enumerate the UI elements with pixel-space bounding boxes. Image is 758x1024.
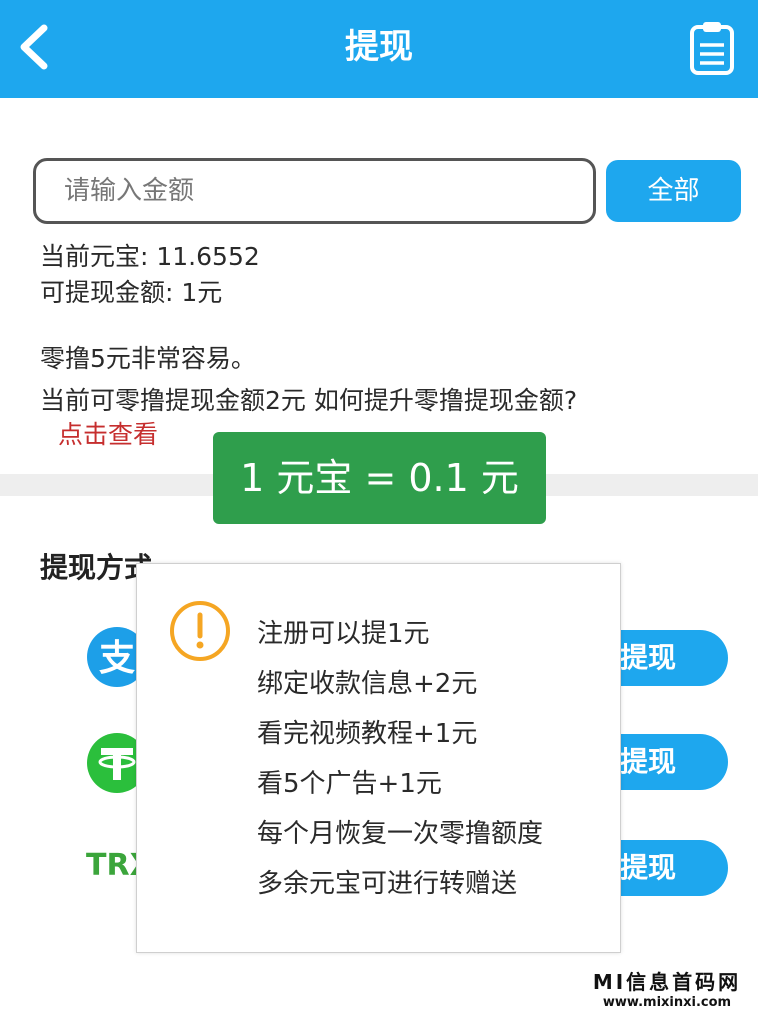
tip-item: 绑定收款信息+2元 [257,669,478,699]
exchange-rate-banner: 1 元宝 = 0.1 元 [213,432,546,524]
app-header: 提现 [0,0,758,98]
watermark: MI信息首码网 www.mixinxi.com [582,970,752,1012]
notice-line-2: 当前可零撸提现金额2元 如何提升零撸提现金额? [40,386,578,415]
notice-line-1: 零撸5元非常容易。 [40,344,256,373]
watermark-title: MI信息首码网 [592,970,742,994]
tip-item: 多余元宝可进行转赠送 [257,869,518,899]
warning-icon [170,601,230,661]
tips-popup: 注册可以提1元 绑定收款信息+2元 看完视频教程+1元 看5个广告+1元 每个月… [136,563,621,953]
all-button[interactable]: 全部 [606,160,741,222]
clipboard-icon[interactable] [688,20,736,76]
page-title: 提现 [345,27,413,67]
tip-item: 注册可以提1元 [257,619,430,649]
tip-item: 看5个广告+1元 [257,769,442,799]
amount-input[interactable] [33,158,596,224]
tip-item: 看完视频教程+1元 [257,719,478,749]
current-balance: 当前元宝: 11.6552 [40,242,260,271]
tip-item: 每个月恢复一次零撸额度 [257,819,544,849]
withdrawable-amount: 可提现金额: 1元 [40,278,223,307]
view-details-link[interactable]: 点击查看 [58,418,158,452]
svg-text:支: 支 [99,638,135,679]
watermark-url: www.mixinxi.com [602,995,732,1010]
